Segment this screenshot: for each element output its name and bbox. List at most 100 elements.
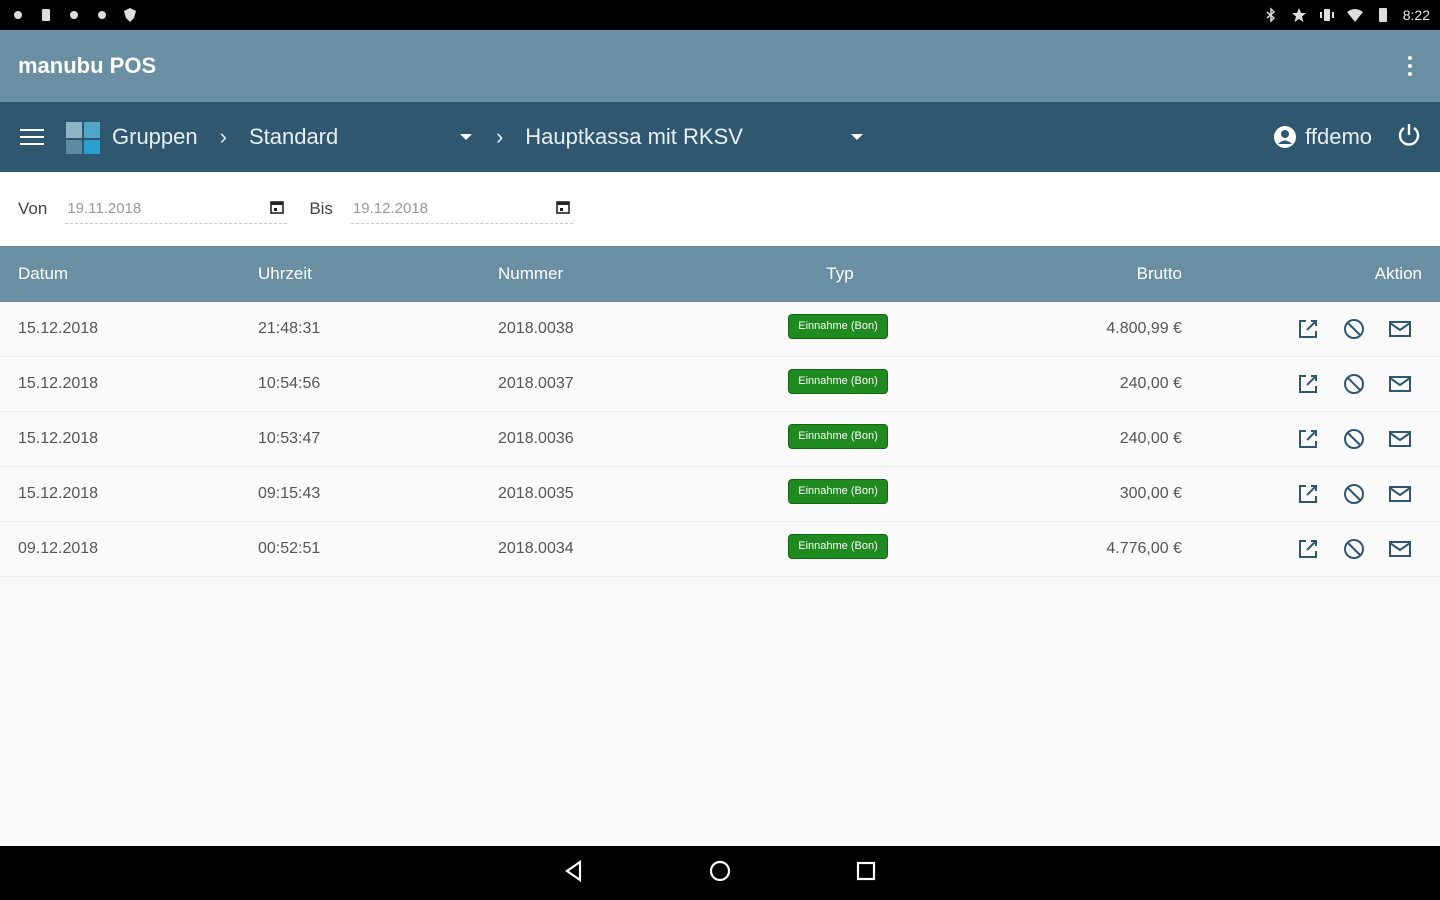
to-label: Bis — [309, 199, 333, 218]
power-icon[interactable] — [1396, 122, 1422, 153]
table-row[interactable]: 15.12.2018 21:48:31 2018.0038 Einnahme (… — [0, 302, 1440, 357]
from-date-value: 19.11.2018 — [67, 200, 142, 217]
edit-icon[interactable] — [1296, 372, 1320, 396]
column-header-time[interactable]: Uhrzeit — [258, 264, 312, 284]
mail-icon[interactable] — [1388, 317, 1412, 341]
nav-right: ffdemo — [1273, 122, 1422, 153]
app-title: manubu POS — [18, 53, 157, 78]
cancel-icon[interactable] — [1342, 372, 1366, 396]
edit-icon[interactable] — [1296, 482, 1320, 506]
cancel-icon[interactable] — [1342, 482, 1366, 506]
cell-time: 10:53:47 — [258, 430, 321, 447]
register-dropdown[interactable]: Hauptkassa mit RKSV — [525, 124, 865, 150]
column-header-number[interactable]: Nummer — [498, 264, 563, 284]
more-vert-icon[interactable] — [1398, 48, 1422, 84]
column-header-type[interactable]: Typ — [790, 264, 890, 284]
edit-icon[interactable] — [1296, 537, 1320, 561]
from-date-field[interactable]: 19.11.2018 — [65, 194, 288, 224]
cell-gross: 240,00 € — [1119, 430, 1182, 447]
to-date-field[interactable]: 19.12.2018 — [350, 194, 573, 224]
account-circle-icon — [1274, 126, 1297, 148]
row-actions — [1296, 427, 1412, 451]
type-badge: Einnahme (Bon) — [788, 534, 888, 559]
app-logo-icon — [66, 122, 100, 154]
mail-icon[interactable] — [1388, 537, 1412, 561]
cancel-icon[interactable] — [1342, 427, 1366, 451]
cell-number: 2018.0038 — [498, 320, 574, 337]
gear-icon — [10, 7, 26, 23]
status-right-icons: 8:22 — [1263, 7, 1430, 23]
cell-gross: 300,00 € — [1119, 485, 1182, 502]
table-row[interactable]: 15.12.2018 10:54:56 2018.0037 Einnahme (… — [0, 357, 1440, 412]
cell-type: Einnahme (Bon) — [788, 369, 888, 399]
gear-icon — [66, 7, 82, 23]
recents-icon[interactable] — [853, 858, 879, 889]
battery-icon — [1375, 7, 1391, 23]
breadcrumb-groups[interactable]: Gruppen — [112, 124, 198, 150]
cell-time: 10:54:56 — [258, 375, 321, 392]
back-icon[interactable] — [561, 858, 587, 889]
column-header-gross[interactable]: Brutto — [1137, 264, 1182, 284]
column-header-date[interactable]: Datum — [18, 264, 68, 284]
wifi-icon — [1346, 7, 1363, 23]
cell-gross: 240,00 € — [1119, 375, 1182, 392]
status-time: 8:22 — [1402, 7, 1430, 23]
cell-number: 2018.0036 — [498, 430, 574, 447]
row-actions — [1296, 482, 1412, 506]
sim-icon — [38, 7, 54, 23]
group-dropdown-value: Standard — [248, 124, 339, 149]
bluetooth-icon — [1263, 7, 1279, 23]
cell-time: 21:48:31 — [258, 320, 321, 337]
table-row[interactable]: 15.12.2018 09:15:43 2018.0035 Einnahme (… — [0, 467, 1440, 522]
cell-number: 2018.0034 — [498, 540, 574, 557]
cell-number: 2018.0037 — [498, 375, 574, 392]
cell-type: Einnahme (Bon) — [788, 479, 888, 509]
mail-icon[interactable] — [1388, 427, 1412, 451]
type-badge: Einnahme (Bon) — [788, 369, 888, 394]
type-badge: Einnahme (Bon) — [788, 424, 888, 449]
cell-gross: 4.776,00 € — [1106, 540, 1182, 557]
row-actions — [1296, 537, 1412, 561]
cell-gross: 4.800,99 € — [1106, 320, 1182, 337]
row-actions — [1296, 372, 1412, 396]
cell-type: Einnahme (Bon) — [788, 424, 888, 454]
edit-icon[interactable] — [1296, 317, 1320, 341]
cell-time: 09:15:43 — [258, 485, 321, 502]
username: ffdemo — [1305, 124, 1372, 149]
cell-date: 15.12.2018 — [18, 430, 99, 447]
chevron-right-icon: › — [219, 124, 227, 149]
edit-icon[interactable] — [1296, 427, 1320, 451]
cell-date: 09.12.2018 — [18, 540, 99, 557]
group-dropdown[interactable]: Standard — [249, 124, 474, 150]
table-row[interactable]: 15.12.2018 10:53:47 2018.0036 Einnahme (… — [0, 412, 1440, 467]
shield-icon — [122, 7, 138, 23]
home-icon[interactable] — [707, 858, 733, 889]
cell-date: 15.12.2018 — [18, 485, 99, 502]
calendar-icon[interactable] — [269, 199, 285, 219]
column-header-action: Aktion — [1374, 264, 1422, 283]
user-account[interactable]: ffdemo — [1273, 124, 1372, 150]
system-nav-bar — [0, 846, 1440, 900]
status-left-icons — [10, 7, 138, 23]
table-row[interactable]: 09.12.2018 00:52:51 2018.0034 Einnahme (… — [0, 522, 1440, 577]
mail-icon[interactable] — [1388, 482, 1412, 506]
type-badge: Einnahme (Bon) — [788, 479, 888, 504]
gear-icon — [94, 7, 110, 23]
to-date-value: 19.12.2018 — [352, 200, 429, 217]
table-header: Datum Uhrzeit Nummer Typ Brutto Aktion — [0, 246, 1440, 302]
mail-icon[interactable] — [1388, 372, 1412, 396]
caret-down-icon — [851, 134, 864, 140]
menu-icon[interactable] — [18, 127, 46, 147]
type-badge: Einnahme (Bon) — [788, 314, 888, 339]
app-bar: manubu POS — [0, 30, 1440, 102]
cancel-icon[interactable] — [1342, 537, 1366, 561]
status-bar: 8:22 — [0, 0, 1440, 30]
cell-number: 2018.0035 — [498, 485, 574, 502]
cell-type: Einnahme (Bon) — [788, 314, 888, 344]
caret-down-icon — [459, 134, 472, 140]
cell-date: 15.12.2018 — [18, 320, 99, 337]
calendar-icon[interactable] — [555, 199, 571, 219]
nav-bar: Gruppen › Standard › Hauptkassa mit RKSV… — [0, 102, 1440, 172]
cancel-icon[interactable] — [1342, 317, 1366, 341]
star-icon — [1291, 7, 1307, 23]
